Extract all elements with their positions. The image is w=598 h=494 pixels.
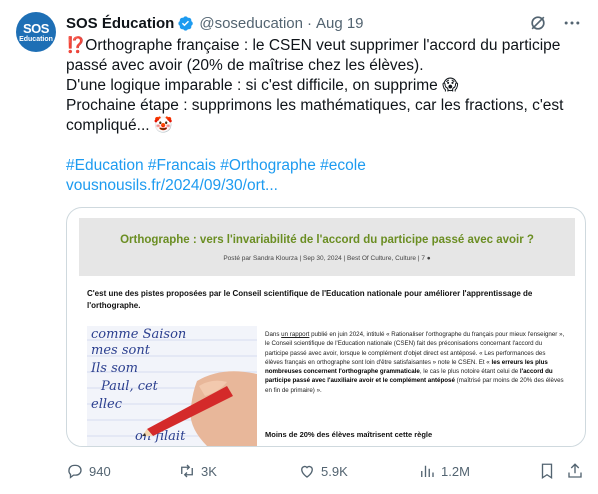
grok-icon[interactable]: [528, 13, 548, 33]
heart-icon: [301, 465, 313, 478]
hw-line-5: ellec: [91, 397, 123, 412]
body-prefix: Dans: [265, 331, 282, 338]
bookmark-button[interactable]: [538, 462, 556, 480]
views-button[interactable]: 1.2M: [418, 462, 470, 480]
avatar[interactable]: SOS Education: [16, 12, 56, 52]
repost-button[interactable]: 3K: [178, 462, 217, 480]
reply-count: 940: [89, 463, 111, 479]
tweet-text: ⁉️Orthographe française : le CSEN veut s…: [66, 36, 586, 196]
tweet-line-2: D'une logique imparable : si c'est diffi…: [66, 77, 459, 94]
views-icon: [421, 465, 434, 477]
avatar-subtext: Education: [19, 35, 53, 43]
hw-line-2: mes sont: [91, 343, 151, 358]
article-meta: Posté par Sandra Klourza | Sep 30, 2024 …: [223, 255, 431, 262]
like-button[interactable]: 5.9K: [298, 462, 348, 480]
repost-count: 3K: [201, 463, 217, 479]
hw-line-4: Paul, cet: [100, 379, 159, 394]
more-options-icon[interactable]: [562, 13, 582, 33]
tweet-header: SOS Éducation @soseducation · Aug 19: [66, 13, 582, 33]
repost-icon: [181, 464, 193, 478]
account-name[interactable]: SOS Éducation: [66, 15, 174, 32]
share-button[interactable]: [566, 462, 584, 480]
article-subheading: Moins de 20% des élèves maîtrisent cette…: [265, 430, 433, 439]
hw-line-1: comme Saison: [91, 327, 186, 342]
verified-badge-icon: [178, 15, 194, 31]
article-preview: Orthographe : vers l'invariabilité de l'…: [79, 218, 575, 446]
tweet-line-3: Prochaine étape : supprimons les mathéma…: [66, 97, 564, 134]
like-count: 5.9K: [321, 463, 348, 479]
reply-icon: [68, 464, 82, 479]
action-bar: 940 3K 5.9K 1.2M: [66, 461, 586, 481]
tweet-line-1: ⁉️Orthographe française : le CSEN veut s…: [66, 37, 561, 74]
article-header: Orthographe : vers l'invariabilité de l'…: [79, 218, 575, 276]
hashtags[interactable]: #Education #Francais #Orthographe #ecole: [66, 156, 586, 176]
article-body: Dans un rapport publié en juin 2024, int…: [265, 330, 565, 395]
hw-line-3: Ils som: [90, 361, 138, 376]
body-part-2: , le cas le plus notoire étant celui de: [419, 368, 520, 376]
share-icon: [568, 463, 582, 478]
reply-button[interactable]: 940: [66, 462, 111, 480]
tweet-date[interactable]: Aug 19: [316, 15, 364, 32]
handwriting-photo: comme Saison mes sont Ils som Paul, cet …: [87, 326, 257, 446]
article-title: Orthographe : vers l'invariabilité de l'…: [120, 234, 534, 246]
bookmark-icon: [541, 463, 553, 480]
avatar-text: SOS: [23, 20, 49, 36]
views-count: 1.2M: [441, 463, 470, 479]
report-link[interactable]: un rapport: [281, 331, 309, 338]
separator-dot: ·: [306, 14, 312, 32]
link-card[interactable]: Orthographe : vers l'invariabilité de l'…: [66, 207, 586, 447]
tweet-link[interactable]: vousnousils.fr/2024/09/30/ort...: [66, 176, 586, 196]
account-handle[interactable]: @soseducation: [199, 15, 303, 32]
article-lead: C'est une des pistes proposées par le Co…: [87, 289, 533, 310]
